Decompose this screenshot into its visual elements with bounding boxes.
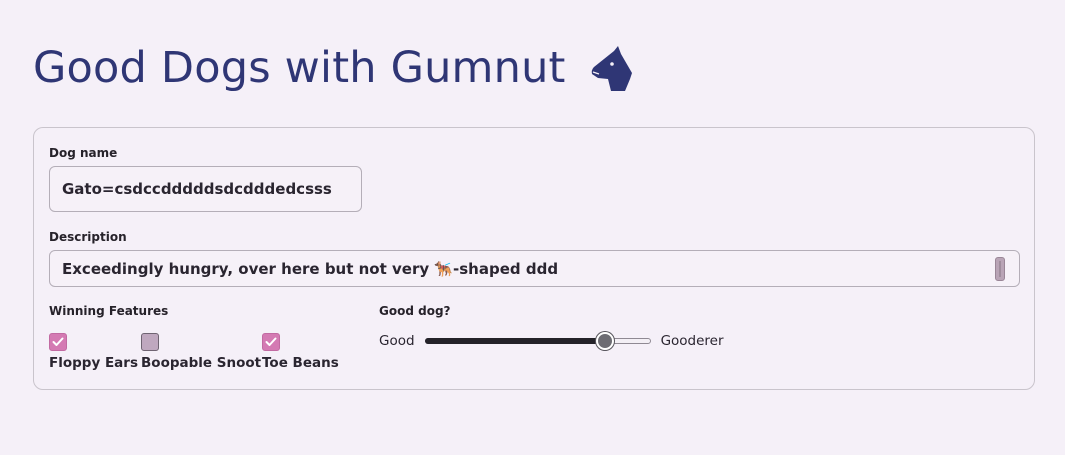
floppy-ears-checkbox[interactable] <box>49 333 67 351</box>
description-label: Description <box>49 230 127 244</box>
description-value: Exceedingly hungry, over here but not ve… <box>62 259 559 278</box>
boopable-snoot-checkbox[interactable] <box>141 333 159 351</box>
good-dog-slider[interactable] <box>424 332 651 350</box>
winning-features-label: Winning Features <box>49 304 169 318</box>
page-title: Good Dogs with Gumnut <box>33 42 566 93</box>
page-header: Good Dogs with Gumnut <box>33 36 634 100</box>
dog-name-input[interactable]: Gato=csdccdddddsdcdddedcsss <box>49 166 362 212</box>
slider-min-label: Good <box>379 333 415 349</box>
dog-form: Dog name Gato=csdccdddddsdcdddedcsss Des… <box>33 127 1035 390</box>
good-dog-slider-row: Good Gooderer <box>379 332 724 350</box>
feature-floppy-ears[interactable]: Floppy Ears <box>49 333 138 371</box>
good-dog-label: Good dog? <box>379 304 451 318</box>
description-textarea[interactable]: Exceedingly hungry, over here but not ve… <box>49 250 1020 287</box>
boopable-snoot-label[interactable]: Boopable Snoot <box>141 355 261 371</box>
slider-fill <box>424 338 606 344</box>
check-icon <box>265 337 277 346</box>
check-icon <box>52 337 64 346</box>
toe-beans-checkbox[interactable] <box>262 333 280 351</box>
textarea-resize-handle[interactable] <box>995 257 1005 281</box>
feature-boopable-snoot[interactable]: Boopable Snoot <box>141 333 261 371</box>
dog-name-value: Gato=csdccdddddsdcdddedcsss <box>62 180 332 198</box>
toe-beans-label[interactable]: Toe Beans <box>262 355 339 371</box>
slider-max-label: Gooderer <box>660 333 724 349</box>
floppy-ears-label[interactable]: Floppy Ears <box>49 355 138 371</box>
feature-toe-beans[interactable]: Toe Beans <box>262 333 339 371</box>
dog-head-icon <box>591 46 632 91</box>
slider-thumb[interactable] <box>596 332 615 350</box>
dog-name-label: Dog name <box>49 146 118 160</box>
